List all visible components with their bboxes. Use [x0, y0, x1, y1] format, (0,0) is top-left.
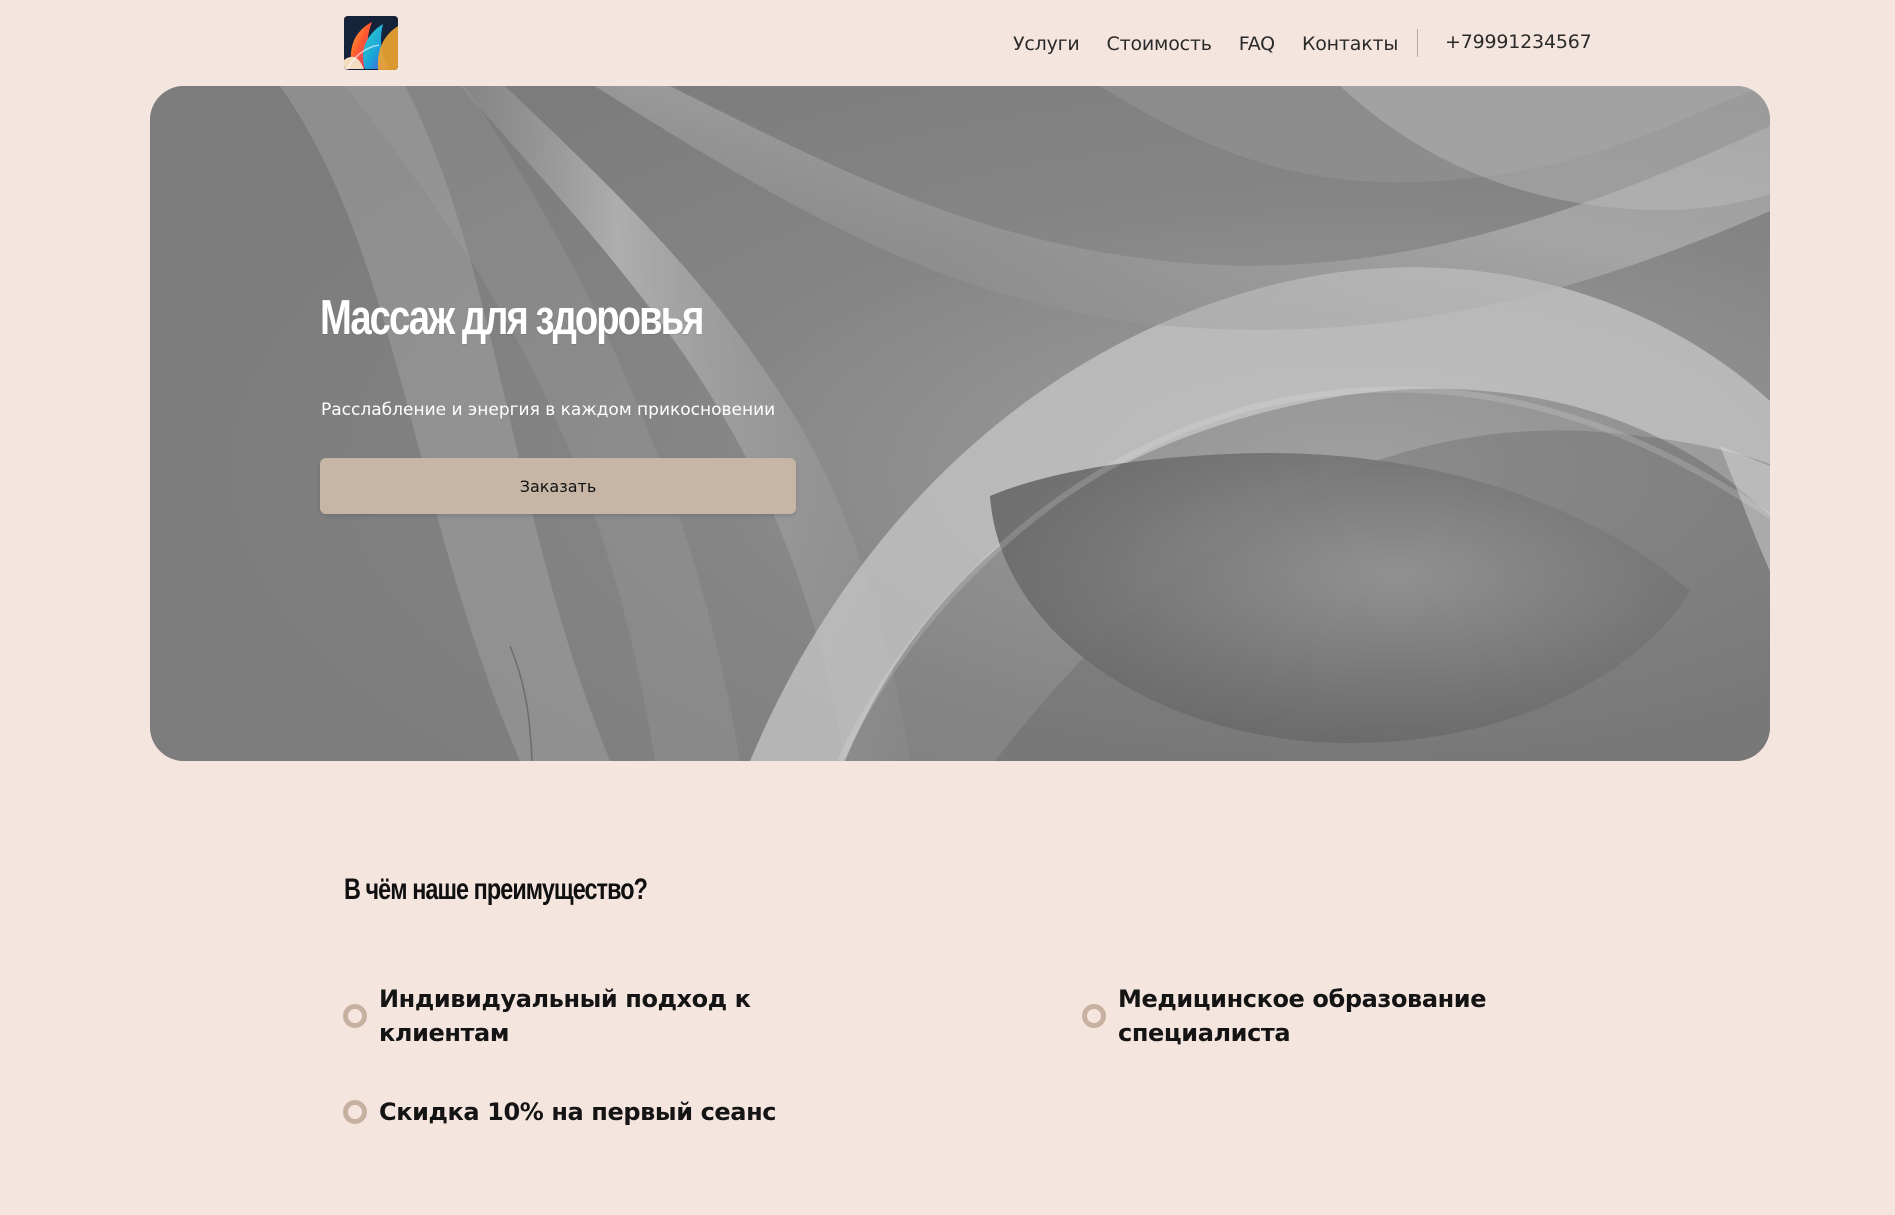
advantage-text: Медицинское образование специалиста — [1118, 985, 1487, 1047]
advantage-item: Индивидуальный подход к клиентам — [343, 982, 798, 1050]
site-header: Услуги Стоимость FAQ Контакты +799912345… — [0, 0, 1895, 86]
main-navigation: Услуги Стоимость FAQ Контакты — [1013, 31, 1398, 57]
hero-banner: Массаж для здоровья Расслабление и энерг… — [150, 86, 1770, 761]
colorful-hair-logo-icon[interactable] — [344, 16, 398, 70]
nav-prices-link[interactable]: Стоимость — [1107, 33, 1212, 55]
nav-faq-link[interactable]: FAQ — [1239, 33, 1275, 55]
order-button[interactable]: Заказать — [320, 458, 796, 514]
advantage-item: Скидка 10% на первый сеанс — [343, 1095, 863, 1129]
circle-bullet-icon — [1082, 1004, 1106, 1028]
abstract-gray-waves-image — [150, 86, 1770, 761]
nav-contacts-link[interactable]: Контакты — [1302, 33, 1398, 55]
advantages-title: В чём наше преимущество? — [344, 873, 648, 906]
hero-subtitle: Расслабление и энергия в каждом прикосно… — [321, 400, 776, 420]
advantage-item: Медицинское образование специалиста — [1082, 982, 1502, 1050]
advantage-text: Скидка 10% на первый сеанс — [379, 1098, 777, 1126]
nav-services-link[interactable]: Услуги — [1013, 33, 1080, 55]
header-divider — [1417, 29, 1418, 57]
hero-title: Массаж для здоровья — [320, 291, 704, 345]
phone-link[interactable]: +79991234567 — [1445, 31, 1592, 53]
circle-bullet-icon — [343, 1100, 367, 1124]
advantage-text: Индивидуальный подход к клиентам — [379, 985, 751, 1047]
circle-bullet-icon — [343, 1004, 367, 1028]
